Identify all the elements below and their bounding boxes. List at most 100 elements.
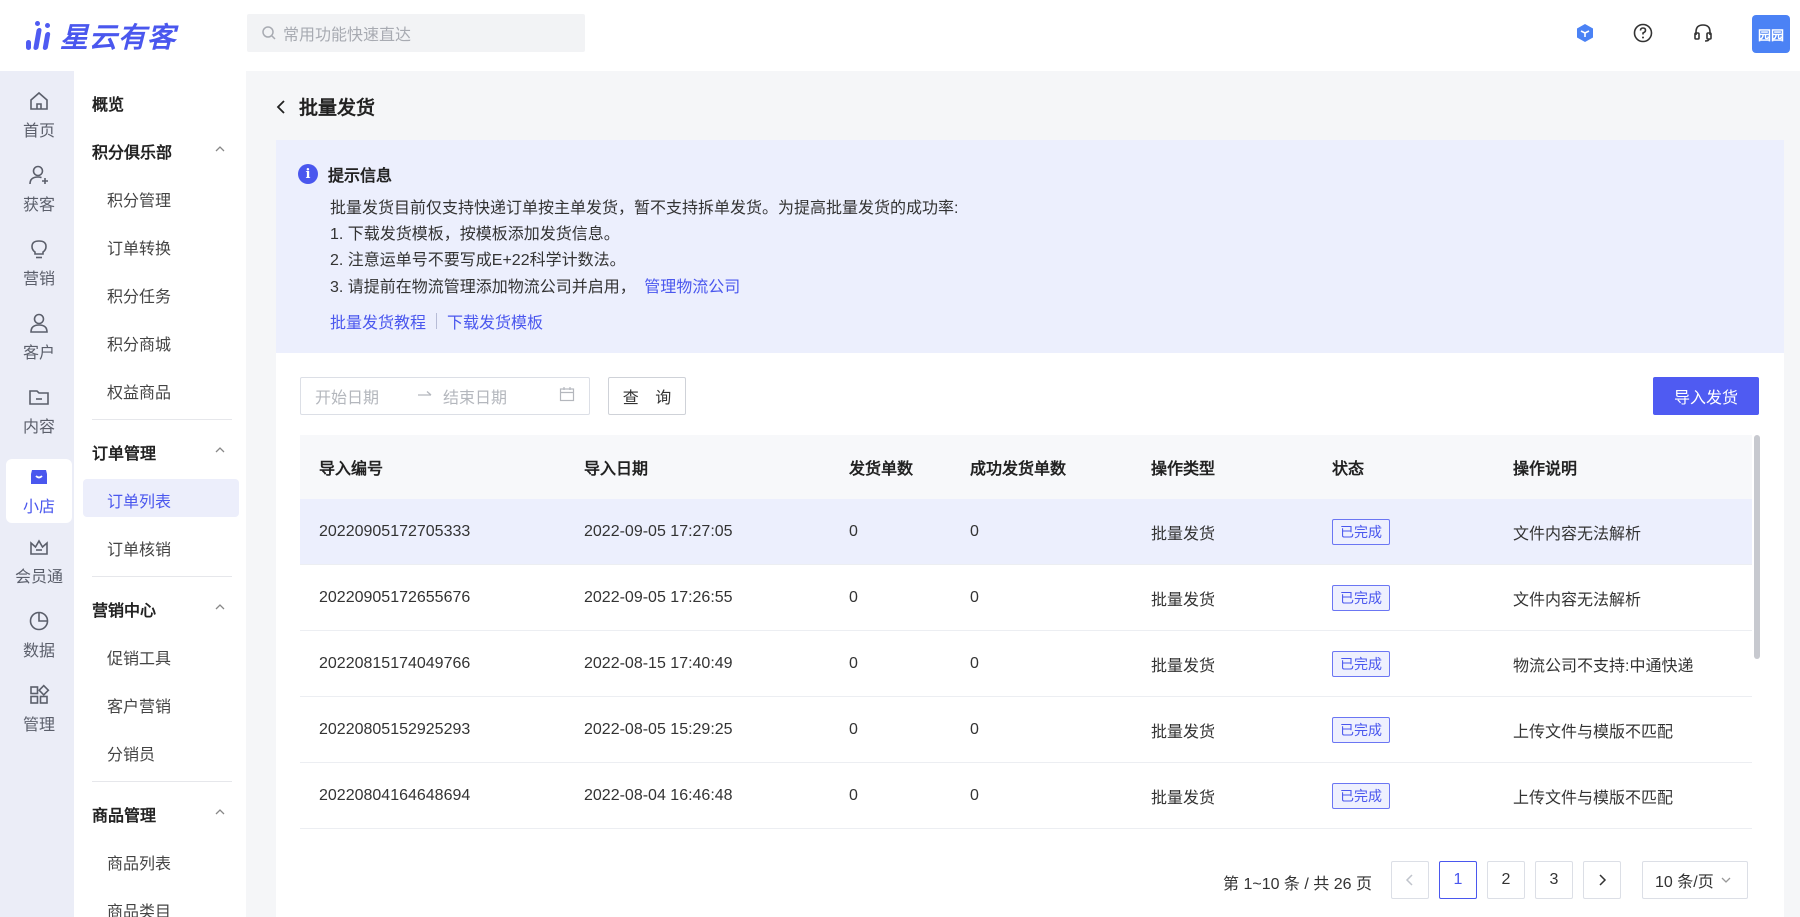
- chevron-up-icon[interactable]: [214, 143, 226, 155]
- menu-item-customer-marketing[interactable]: 客户营销: [107, 693, 171, 717]
- import-records-table: 导入编号 导入日期 发货单数 成功发货单数 操作类型 状态 操作说明 20220…: [300, 435, 1752, 829]
- rail-item-home[interactable]: 首页: [6, 83, 72, 147]
- import-shipment-button[interactable]: 导入发货: [1653, 377, 1759, 415]
- menu-item-order-verify[interactable]: 订单核销: [107, 536, 171, 560]
- menu-item-points-task[interactable]: 积分任务: [107, 283, 171, 307]
- cube-icon[interactable]: [1574, 22, 1596, 44]
- cell-op-type: 批量发货: [1151, 789, 1216, 807]
- query-button[interactable]: 查 询: [608, 377, 686, 415]
- rail-item-membership[interactable]: 会员通: [6, 529, 72, 593]
- menu-group-goods[interactable]: 商品管理: [92, 802, 156, 826]
- menu-group-orders[interactable]: 订单管理: [92, 440, 156, 464]
- cell-status: 已完成: [1313, 782, 1494, 809]
- chevron-right-icon: [1599, 874, 1607, 886]
- bulb-icon: [31, 240, 47, 259]
- info-icon: i: [298, 164, 318, 184]
- notice-links: 批量发货教程 下载发货模板: [330, 309, 543, 333]
- rail-item-acquire[interactable]: 获客: [6, 157, 72, 221]
- end-date-input[interactable]: 结束日期: [443, 384, 507, 408]
- col-import-id: 导入编号: [319, 461, 384, 478]
- search-input[interactable]: 常用功能快速直达: [247, 14, 585, 52]
- menu-item-order-list[interactable]: 订单列表: [107, 488, 171, 512]
- menu-item-goods-list[interactable]: 商品列表: [107, 850, 171, 874]
- rail-label: 营销: [22, 271, 55, 288]
- notice-line-with-link: 3. 请提前在物流管理添加物流公司并启用， 管理物流公司: [330, 273, 740, 297]
- pagination: 第 1~10 条 / 共 26 页 1 2 3 10 条/页: [276, 861, 1784, 899]
- search-icon: [262, 26, 276, 40]
- cell-ship-count: 0: [849, 588, 858, 606]
- rail-label: 客户: [22, 345, 55, 362]
- cell-import-id: 20220805152925293: [319, 720, 471, 738]
- table-row[interactable]: 20220905172655676 2022-09-05 17:26:55 0 …: [300, 565, 1752, 631]
- menu-item-order-convert[interactable]: 订单转换: [107, 235, 171, 259]
- menu-item-points-manage[interactable]: 积分管理: [107, 187, 171, 211]
- table-row[interactable]: 20220815174049766 2022-08-15 17:40:49 0 …: [300, 631, 1752, 697]
- col-op-note: 操作说明: [1513, 461, 1578, 478]
- rail-item-manage[interactable]: 管理: [6, 677, 72, 741]
- table-row[interactable]: 20220805152925293 2022-08-05 15:29:25 0 …: [300, 697, 1752, 763]
- rail-item-marketing[interactable]: 营销: [6, 231, 72, 295]
- table-row[interactable]: 20220804164648694 2022-08-04 16:46:48 0 …: [300, 763, 1752, 829]
- notice-line: 2. 注意运单号不要写成E+22科学计数法。: [330, 252, 626, 269]
- pagination-info: 第 1~10 条 / 共 26 页: [1223, 876, 1372, 893]
- page-title: 批量发货: [275, 93, 375, 120]
- cell-success-count: 0: [970, 720, 979, 738]
- menu-item-benefit-goods[interactable]: 权益商品: [107, 379, 171, 403]
- page-size-select[interactable]: 10 条/页: [1642, 861, 1748, 899]
- cell-op-type: 批量发货: [1151, 525, 1216, 543]
- page-button[interactable]: 3: [1535, 861, 1573, 899]
- back-arrow-icon[interactable]: [275, 99, 287, 115]
- table-row[interactable]: 20220905172705333 2022-09-05 17:27:05 0 …: [300, 499, 1752, 565]
- col-status: 状态: [1332, 461, 1365, 478]
- cell-op-note: 上传文件与模版不匹配: [1513, 723, 1674, 741]
- rail-item-content[interactable]: 内容: [6, 379, 72, 443]
- page-button[interactable]: 1: [1439, 861, 1477, 899]
- notice-title: i 提示信息: [298, 162, 392, 186]
- cell-import-date: 2022-08-05 15:29:25: [584, 720, 733, 738]
- menu-item-promo-tools[interactable]: 促销工具: [107, 645, 171, 669]
- page-button[interactable]: 2: [1487, 861, 1525, 899]
- cell-success-count: 0: [970, 522, 979, 540]
- rail-item-shop[interactable]: 小店: [6, 459, 72, 523]
- headset-icon[interactable]: [1692, 22, 1714, 44]
- cell-import-date: 2022-09-05 17:27:05: [584, 522, 733, 540]
- prev-page-button[interactable]: [1391, 861, 1429, 899]
- crown-icon: [30, 539, 48, 555]
- rail-item-customer[interactable]: 客户: [6, 305, 72, 369]
- calendar-icon[interactable]: [559, 386, 575, 407]
- menu-item-goods-category[interactable]: 商品类目: [107, 898, 171, 917]
- arrow-right-icon: [417, 387, 433, 405]
- manage-logistics-link[interactable]: 管理物流公司: [644, 279, 740, 296]
- cell-op-note: 文件内容无法解析: [1513, 525, 1642, 543]
- rail-label: 首页: [22, 123, 55, 140]
- chevron-up-icon[interactable]: [214, 806, 226, 818]
- menu-item-points-mall[interactable]: 积分商城: [107, 331, 171, 355]
- menu-group-marketing[interactable]: 营销中心: [92, 597, 156, 621]
- date-range-picker[interactable]: 开始日期 结束日期: [300, 377, 590, 415]
- table-scrollbar[interactable]: [1754, 435, 1760, 659]
- menu-group-points-club[interactable]: 积分俱乐部: [92, 139, 172, 163]
- download-template-link[interactable]: 下载发货模板: [447, 309, 543, 333]
- status-badge: 已完成: [1332, 584, 1390, 611]
- home-icon: [30, 91, 48, 110]
- folder-icon: [29, 390, 49, 405]
- avatar[interactable]: 园园: [1752, 15, 1790, 53]
- rail-label: 小店: [22, 499, 55, 516]
- cell-op-note: 物流公司不支持:中通快递: [1513, 657, 1694, 675]
- top-bar: 星云有客 常用功能快速直达 园园: [0, 0, 1800, 71]
- col-success-count: 成功发货单数: [970, 461, 1067, 478]
- help-icon[interactable]: [1632, 22, 1654, 44]
- brand-logo[interactable]: 星云有客: [24, 16, 176, 56]
- next-page-button[interactable]: [1583, 861, 1621, 899]
- start-date-input[interactable]: 开始日期: [315, 384, 379, 408]
- tutorial-link[interactable]: 批量发货教程: [330, 309, 426, 333]
- secondary-nav: 概览 积分俱乐部 积分管理 订单转换 积分任务 积分商城 权益商品 订单管理 订…: [74, 71, 246, 917]
- cell-status: 已完成: [1313, 650, 1494, 677]
- chevron-up-icon[interactable]: [214, 601, 226, 613]
- menu-overview[interactable]: 概览: [92, 91, 124, 115]
- cell-import-id: 20220905172705333: [319, 522, 471, 540]
- status-badge: 已完成: [1332, 782, 1390, 809]
- chevron-up-icon[interactable]: [214, 444, 226, 456]
- rail-item-data[interactable]: 数据: [6, 603, 72, 667]
- menu-item-distributor[interactable]: 分销员: [107, 741, 155, 765]
